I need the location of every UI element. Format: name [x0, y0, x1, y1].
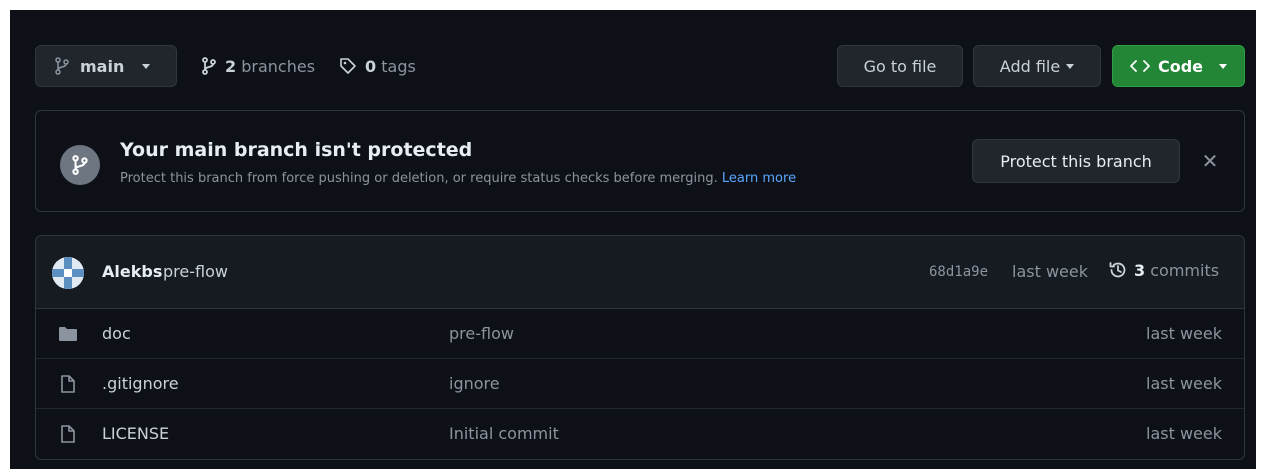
- file-icon: [61, 375, 75, 393]
- commit-sha[interactable]: 68d1a9e: [929, 264, 988, 280]
- file-name[interactable]: doc: [102, 324, 131, 343]
- learn-more-link[interactable]: Learn more: [722, 171, 796, 186]
- close-icon[interactable]: ✕: [1198, 149, 1222, 173]
- branches-link[interactable]: 2 branches: [201, 45, 315, 87]
- tags-link[interactable]: 0 tags: [339, 45, 416, 87]
- file-commit-message[interactable]: ignore: [449, 374, 500, 393]
- file-row[interactable]: doc pre-flow last week: [36, 309, 1244, 359]
- code-button[interactable]: Code: [1112, 45, 1245, 87]
- commits-label: commits: [1150, 260, 1220, 280]
- add-file-label: Add file: [999, 56, 1061, 76]
- file-time: last week: [1146, 324, 1222, 343]
- branch-icon: [55, 57, 69, 75]
- go-to-file-label: Go to file: [863, 56, 937, 76]
- file-time: last week: [1146, 424, 1222, 443]
- protect-branch-button[interactable]: Protect this branch: [972, 139, 1180, 183]
- branch-icon: [202, 57, 216, 75]
- latest-commit-row: Alekbs pre-flow 68d1a9e last week 3 comm…: [36, 236, 1244, 309]
- code-label: Code: [1157, 56, 1204, 76]
- file-row[interactable]: LICENSE Initial commit last week: [36, 409, 1244, 459]
- commits-count: 3: [1134, 260, 1146, 280]
- tags-count: 0: [365, 56, 377, 76]
- branches-label: branches: [241, 56, 316, 76]
- chevron-down-icon: [1066, 63, 1075, 69]
- branch-protection-banner: Your main branch isn't protected Protect…: [35, 110, 1245, 212]
- avatar[interactable]: [52, 257, 84, 289]
- commit-time: last week: [1012, 262, 1088, 281]
- commits-link[interactable]: 3 commits: [1108, 260, 1219, 280]
- go-to-file-button[interactable]: Go to file: [837, 45, 963, 87]
- file-time: last week: [1146, 374, 1222, 393]
- protection-title: Your main branch isn't protected: [120, 139, 473, 161]
- history-icon: [1109, 262, 1126, 278]
- file-list: Alekbs pre-flow 68d1a9e last week 3 comm…: [35, 235, 1245, 460]
- commit-author[interactable]: Alekbs: [102, 262, 162, 281]
- branch-protection-icon: [60, 145, 100, 185]
- protection-description: Protect this branch from force pushing o…: [120, 171, 796, 186]
- file-name[interactable]: .gitignore: [102, 374, 179, 393]
- tag-icon: [340, 58, 356, 74]
- branch-select-button[interactable]: main: [35, 45, 177, 87]
- chevron-down-icon: [1219, 63, 1228, 69]
- repo-toolbar: main 2 branches 0 tags Go to file Add fi…: [35, 45, 1245, 89]
- tags-label: tags: [381, 56, 416, 76]
- branch-icon: [72, 155, 88, 175]
- file-commit-message[interactable]: pre-flow: [449, 324, 514, 343]
- chevron-down-icon: [142, 63, 151, 69]
- code-icon: [1130, 60, 1150, 72]
- folder-icon: [59, 327, 77, 341]
- file-commit-message[interactable]: Initial commit: [449, 424, 559, 443]
- add-file-button[interactable]: Add file: [973, 45, 1101, 87]
- branch-name: main: [80, 56, 125, 76]
- protection-description-text: Protect this branch from force pushing o…: [120, 171, 718, 186]
- commit-message[interactable]: pre-flow: [163, 262, 228, 281]
- file-name[interactable]: LICENSE: [102, 424, 169, 443]
- file-row[interactable]: .gitignore ignore last week: [36, 359, 1244, 409]
- repo-view: main 2 branches 0 tags Go to file Add fi…: [10, 10, 1256, 469]
- file-icon: [61, 425, 75, 443]
- branches-count: 2: [225, 56, 237, 76]
